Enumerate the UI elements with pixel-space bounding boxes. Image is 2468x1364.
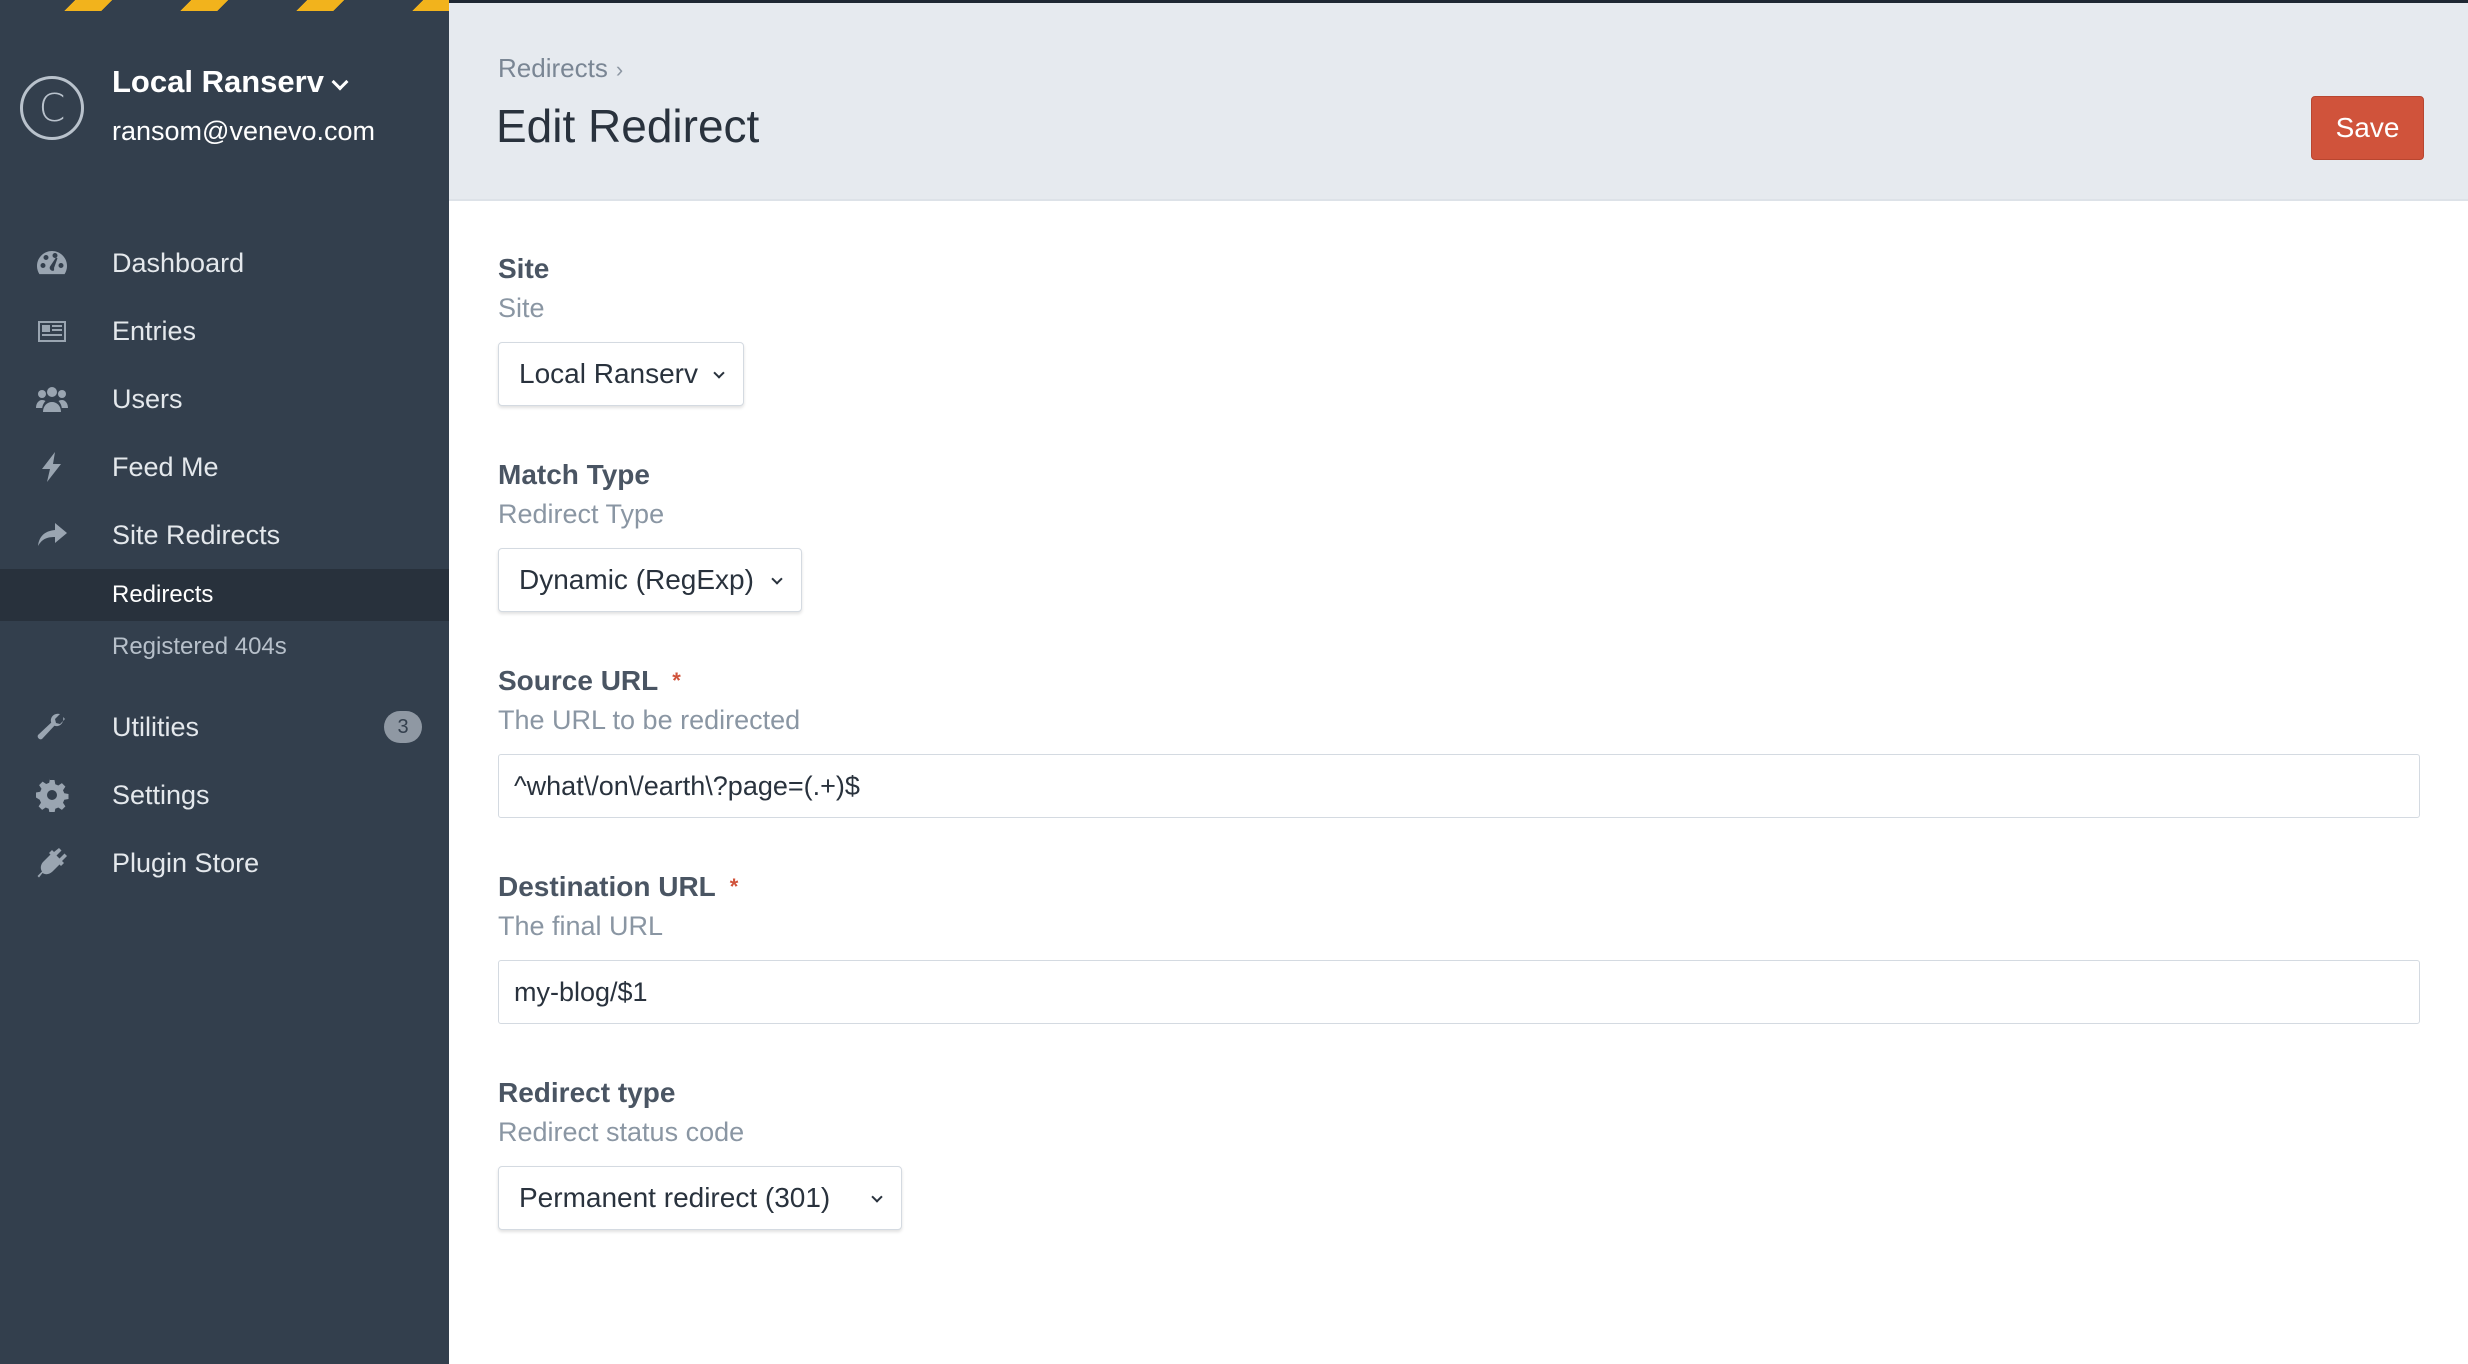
gear-icon <box>34 777 70 813</box>
field-help: The final URL <box>498 911 664 941</box>
field-source-url: Source URL * The URL to be redirected <box>498 665 2420 818</box>
plug-icon <box>34 845 70 881</box>
site-logo: C <box>20 76 84 140</box>
newspaper-icon <box>34 313 70 349</box>
nav-item-site-redirects[interactable]: Site Redirects <box>0 501 449 569</box>
chevron-down-icon <box>713 367 725 379</box>
lightning-bolt-icon <box>34 449 70 485</box>
nav-label: Dashboard <box>112 247 245 278</box>
nav-item-entries[interactable]: Entries <box>0 297 449 365</box>
field-help: Redirect Type <box>498 499 665 529</box>
nav-label: Utilities <box>112 711 200 742</box>
site-select[interactable]: Local Ranserv <box>498 342 744 406</box>
nav-item-feed-me[interactable]: Feed Me <box>0 433 449 501</box>
account-menu[interactable]: C Local Ranserv ransom@venevo.com <box>20 64 440 164</box>
dashboard-gauge-icon <box>34 245 70 281</box>
redirect-type-select[interactable]: Permanent redirect (301) <box>498 1166 902 1230</box>
required-indicator: * <box>672 668 681 693</box>
breadcrumb-separator: › <box>615 57 624 82</box>
match-type-select[interactable]: Dynamic (RegExp) <box>498 548 802 612</box>
subnav-item-registered-404s[interactable]: Registered 404s <box>0 621 449 673</box>
nav-label: Site Redirects <box>112 519 281 550</box>
nav-item-utilities[interactable]: Utilities 3 <box>0 693 449 761</box>
subnav-label: Registered 404s <box>112 633 287 660</box>
nav-label: Plugin Store <box>112 847 260 878</box>
destination-url-input[interactable] <box>498 960 2420 1024</box>
field-label: Source URL * <box>498 665 2420 697</box>
site-name: Local Ranserv <box>112 64 324 99</box>
nav-label: Entries <box>112 315 197 346</box>
nav-item-plugin-store[interactable]: Plugin Store <box>0 829 449 897</box>
field-redirect-type: Redirect type Redirect status code Perma… <box>498 1077 2420 1230</box>
nav-item-users[interactable]: Users <box>0 365 449 433</box>
field-help: The URL to be redirected <box>498 705 801 735</box>
field-match-type: Match Type Redirect Type Dynamic (RegExp… <box>498 459 2420 612</box>
nav-label: Feed Me <box>112 451 219 482</box>
main-nav: Dashboard Entries Users Feed Me Site Red… <box>0 229 449 897</box>
field-destination-url: Destination URL * The final URL <box>498 871 2420 1024</box>
field-label: Destination URL * <box>498 871 2420 903</box>
wrench-icon <box>34 709 70 745</box>
chevron-down-icon <box>331 73 349 91</box>
nav-item-dashboard[interactable]: Dashboard <box>0 229 449 297</box>
subnav-label: Redirects <box>112 581 214 608</box>
chevron-down-icon <box>871 1191 883 1203</box>
share-arrow-icon <box>34 517 70 553</box>
nav-label: Users <box>112 383 183 414</box>
page-header: Redirects › Edit Redirect Save <box>449 0 2468 201</box>
nav-item-settings[interactable]: Settings <box>0 761 449 829</box>
field-help: Site <box>498 293 545 323</box>
subnav-item-redirects[interactable]: Redirects <box>0 569 449 621</box>
account-email: ransom@venevo.com <box>112 116 376 146</box>
field-label: Match Type <box>498 459 650 490</box>
field-label-text: Destination URL <box>498 871 716 902</box>
site-switcher[interactable]: Local Ranserv <box>112 64 349 100</box>
chevron-down-icon <box>771 573 783 585</box>
save-button[interactable]: Save <box>2311 96 2424 160</box>
users-icon <box>34 381 70 417</box>
page-title: Edit Redirect <box>496 100 760 152</box>
utilities-count-badge: 3 <box>384 711 422 743</box>
nav-label: Settings <box>112 779 210 810</box>
select-value: Dynamic (RegExp) <box>519 564 754 595</box>
breadcrumb-link-redirects[interactable]: Redirects <box>498 53 608 83</box>
field-label: Redirect type <box>498 1077 676 1108</box>
required-indicator: * <box>729 874 739 899</box>
dev-mode-stripe <box>0 0 449 11</box>
field-label-text: Source URL <box>498 665 659 696</box>
field-help: Redirect status code <box>498 1117 745 1147</box>
field-site: Site Site Local Ranserv <box>498 253 2420 406</box>
sidebar: C Local Ranserv ransom@venevo.com Dashbo… <box>0 0 449 1364</box>
field-label: Site <box>498 253 550 284</box>
breadcrumb: Redirects › <box>498 53 623 84</box>
select-value: Local Ranserv <box>519 358 698 389</box>
source-url-input[interactable] <box>498 754 2420 818</box>
select-value: Permanent redirect (301) <box>519 1182 831 1213</box>
